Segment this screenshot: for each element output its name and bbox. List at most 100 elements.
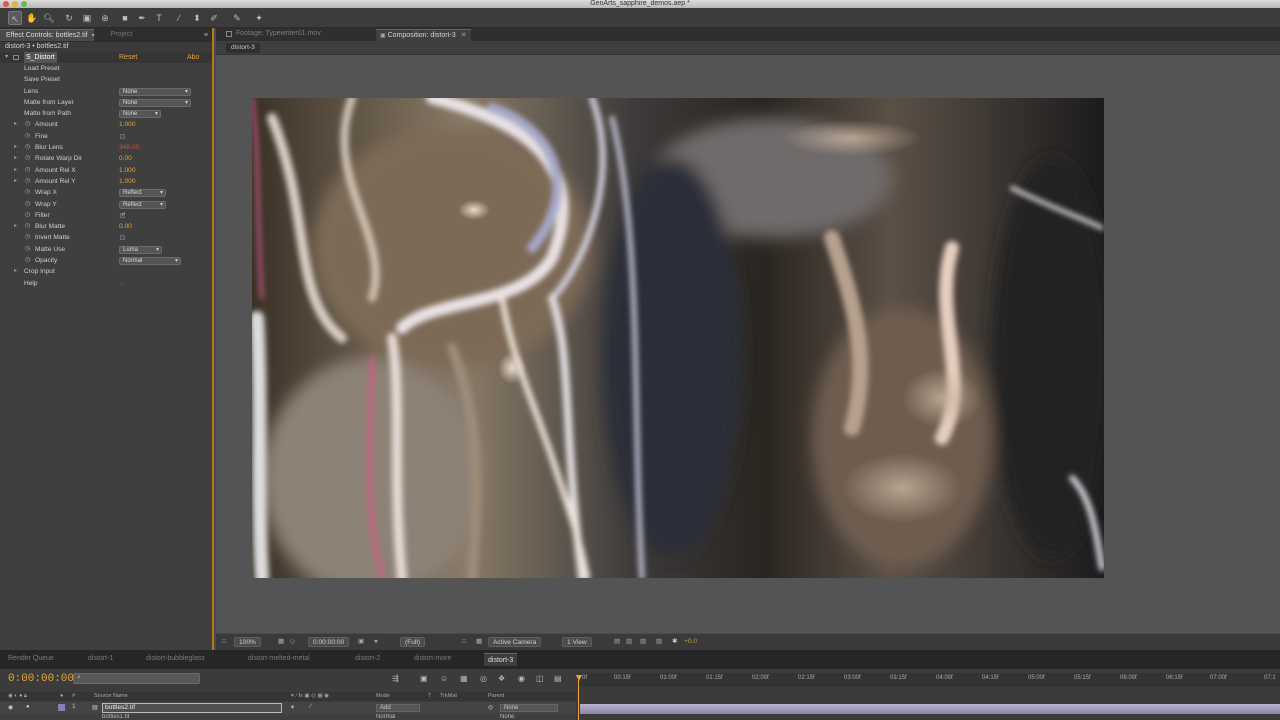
param-crop-input[interactable]: ▸ Crop Input bbox=[0, 266, 212, 277]
transparency-grid-icon[interactable]: ▩ bbox=[476, 637, 482, 647]
stopwatch-icon[interactable]: ◷ bbox=[25, 255, 30, 266]
expand-triangle-icon[interactable]: ▸ bbox=[14, 142, 17, 153]
tab-distort-bubbleglass[interactable]: distort-bubbleglass bbox=[146, 655, 205, 662]
selection-tool-icon[interactable]: ↖ bbox=[8, 11, 22, 25]
layer-duration-bar[interactable] bbox=[580, 704, 1280, 714]
expand-triangle-icon[interactable]: ▸ bbox=[14, 221, 17, 232]
safe-zones-icon[interactable]: ▦ bbox=[278, 637, 284, 647]
snapshot-icon[interactable]: ▣ bbox=[358, 637, 364, 647]
mask-visibility-icon[interactable]: ◇ bbox=[290, 637, 295, 647]
viewer-lock-icon[interactable] bbox=[226, 31, 232, 37]
amount-value[interactable]: 1.000 bbox=[119, 119, 136, 130]
video-toggle-icon[interactable]: ◉ bbox=[8, 704, 13, 711]
pick-whip-icon[interactable]: ◎ bbox=[488, 704, 493, 711]
amount-rel-x-value[interactable]: 1.000 bbox=[119, 165, 136, 176]
motion-blur-icon[interactable]: ◎ bbox=[480, 674, 487, 683]
reset-exposure-icon[interactable]: ✱ bbox=[672, 637, 678, 647]
param-load-preset[interactable]: Load Preset bbox=[0, 63, 212, 74]
layer-parent-dropdown[interactable]: None bbox=[500, 704, 558, 712]
param-help[interactable]: Help - bbox=[0, 278, 212, 289]
lens-dropdown[interactable]: None bbox=[119, 87, 191, 96]
stopwatch-icon[interactable]: ◷ bbox=[25, 221, 30, 232]
effect-header[interactable]: ▾ S_Distort Reset Abo bbox=[0, 52, 212, 63]
effect-name[interactable]: S_Distort bbox=[24, 52, 57, 63]
layer-switch-icon[interactable]: ✶ bbox=[290, 704, 295, 711]
source-name-header[interactable]: Source Name bbox=[94, 693, 128, 699]
rotate-warp-dir-value[interactable]: 0.00 bbox=[119, 153, 132, 164]
zoom-tool-icon[interactable]: 🔍︎ bbox=[42, 11, 56, 25]
tab-distort-2[interactable]: distort-2 bbox=[355, 655, 380, 662]
tab-render-queue[interactable]: Render Queue bbox=[8, 655, 54, 662]
tab-footage[interactable]: Footage: Typewriter01.mov bbox=[236, 30, 321, 37]
matte-use-dropdown[interactable]: Luma bbox=[119, 245, 162, 254]
matte-from-layer-dropdown[interactable]: None bbox=[119, 98, 191, 107]
stopwatch-icon[interactable]: ◷ bbox=[25, 199, 30, 210]
camera-tool-icon[interactable]: ▣ bbox=[80, 11, 94, 25]
graph-editor-icon[interactable]: ◫ bbox=[536, 674, 544, 683]
rotate-tool-icon[interactable]: ↻ bbox=[62, 11, 76, 25]
reset-link[interactable]: Reset bbox=[119, 52, 137, 63]
expand-triangle-icon[interactable]: ▾ bbox=[5, 52, 8, 63]
minimize-window-icon[interactable] bbox=[12, 1, 18, 7]
layer-parent-dropdown[interactable]: None bbox=[500, 714, 514, 720]
brainstorm-icon[interactable]: ❖ bbox=[498, 674, 505, 683]
layer-name[interactable]: bottles1.tif bbox=[102, 714, 129, 720]
stopwatch-icon[interactable]: ◷ bbox=[25, 210, 30, 221]
tab-composition[interactable]: ▣ Composition: distort-3 ✕ bbox=[376, 29, 471, 41]
rectangle-mask-tool-icon[interactable]: ■ bbox=[118, 11, 132, 25]
expand-triangle-icon[interactable]: ▸ bbox=[14, 176, 17, 187]
tab-distort-3[interactable]: distort-3 bbox=[484, 653, 518, 666]
blur-matte-value[interactable]: 0.00 bbox=[119, 221, 132, 232]
matte-from-path-dropdown[interactable]: None bbox=[119, 110, 161, 119]
expand-triangle-icon[interactable]: ▸ bbox=[14, 119, 17, 130]
puppet-pin-tool-icon[interactable]: ✦ bbox=[252, 11, 266, 25]
layer-name[interactable]: bottles2.tif bbox=[102, 703, 282, 713]
pan-behind-tool-icon[interactable]: ⊕ bbox=[98, 11, 112, 25]
fx-toggle-icon[interactable] bbox=[13, 55, 19, 60]
stopwatch-icon[interactable]: ◷ bbox=[25, 187, 30, 198]
timeline-icon[interactable]: ▧ bbox=[640, 637, 646, 647]
tab-distort-more[interactable]: distort-more bbox=[414, 655, 451, 662]
stopwatch-icon[interactable]: ◷ bbox=[25, 153, 30, 164]
resolution-dropdown[interactable]: (Full) bbox=[400, 637, 426, 647]
eraser-tool-icon[interactable]: ✐ bbox=[207, 11, 221, 25]
pen-tool-icon[interactable]: ✒ bbox=[135, 11, 149, 25]
hide-shy-layers-icon[interactable]: ☺ bbox=[440, 674, 448, 683]
layer-mode-dropdown[interactable]: Normal bbox=[376, 714, 395, 720]
param-save-preset[interactable]: Save Preset bbox=[0, 74, 212, 85]
camera-view-dropdown[interactable]: Active Camera bbox=[488, 637, 542, 647]
draft-3d-icon[interactable]: ▣ bbox=[420, 674, 428, 683]
zoom-window-icon[interactable] bbox=[21, 1, 27, 7]
current-time-indicator[interactable] bbox=[576, 675, 582, 720]
comp-breadcrumb-tab[interactable]: distort-3 bbox=[226, 43, 260, 53]
amount-rel-y-value[interactable]: 1.000 bbox=[119, 176, 136, 187]
close-window-icon[interactable] bbox=[3, 1, 9, 7]
tab-project[interactable]: Project bbox=[105, 29, 139, 41]
exposure-value[interactable]: +0.0 bbox=[684, 637, 697, 647]
panel-options-icon[interactable]: ≡ bbox=[204, 32, 208, 39]
layer-label-color[interactable] bbox=[58, 704, 65, 711]
fast-previews-icon[interactable]: ▥ bbox=[626, 637, 632, 647]
blur-lens-value[interactable]: 349.00 bbox=[119, 142, 139, 153]
current-time-field[interactable]: 0:00:00:00 bbox=[308, 637, 350, 647]
frame-blending-icon[interactable]: ▦ bbox=[460, 674, 468, 683]
brush-tool-icon[interactable]: ∕ bbox=[172, 11, 186, 25]
comp-mini-flowchart-icon[interactable]: ⇶ bbox=[392, 674, 399, 683]
close-tab-icon[interactable]: ✕ bbox=[461, 32, 467, 39]
timeline-current-time[interactable]: 0:00:00:00 bbox=[8, 673, 74, 685]
tab-distort-1[interactable]: distort-1 bbox=[88, 655, 113, 662]
lock-icon[interactable]: ▣ bbox=[380, 33, 386, 39]
stopwatch-icon[interactable]: ◷ bbox=[25, 131, 30, 142]
layer-row[interactable]: bottles1.tif Normal None bbox=[0, 714, 576, 720]
layer-fx-icon[interactable]: ∕ bbox=[310, 704, 311, 710]
opacity-dropdown[interactable]: Normal bbox=[119, 257, 181, 266]
tab-distort-melted-metal[interactable]: distort-melted-metal bbox=[248, 655, 310, 662]
layer-row[interactable]: ◉ ● 1 ▤ bottles2.tif ✶ ∕ Add ◎ None bbox=[0, 702, 576, 714]
hand-tool-icon[interactable]: ✋ bbox=[25, 11, 39, 25]
stopwatch-icon[interactable]: ◷ bbox=[25, 176, 30, 187]
about-link[interactable]: Abo bbox=[187, 52, 199, 63]
stopwatch-icon[interactable]: ◷ bbox=[25, 142, 30, 153]
roto-brush-tool-icon[interactable]: ✎ bbox=[230, 11, 244, 25]
magnification-dropdown[interactable]: 100% bbox=[234, 637, 261, 647]
auto-keyframe-icon[interactable]: ◉ bbox=[518, 674, 525, 683]
